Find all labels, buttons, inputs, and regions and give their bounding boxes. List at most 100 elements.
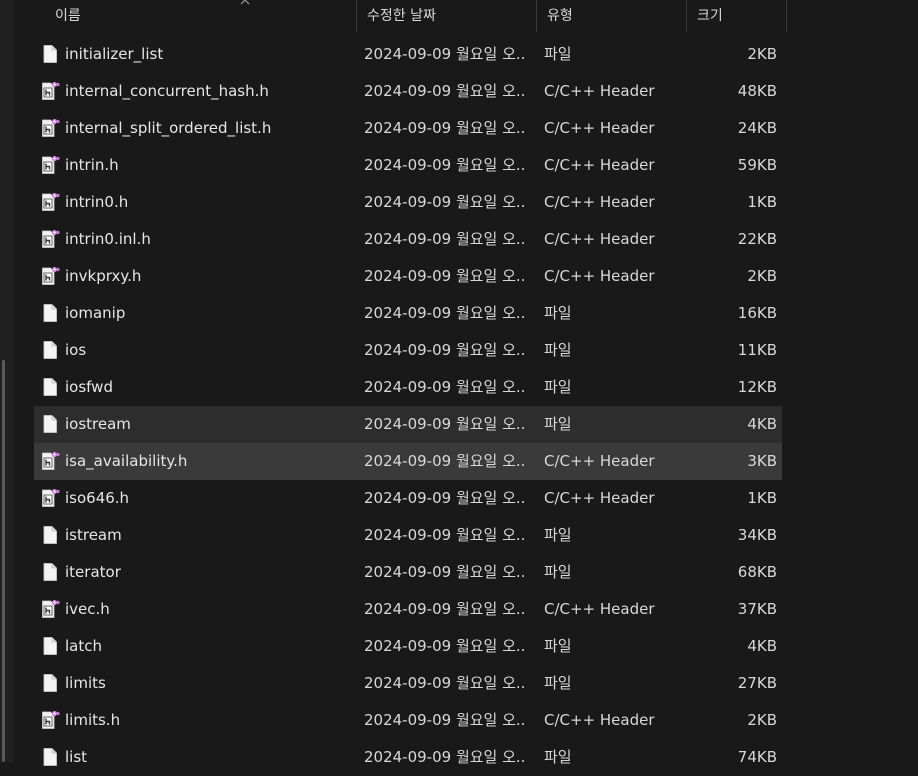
file-row[interactable]: invkprxy.h 2024-09-09 월요일 오... C/C++ Heade… [34,258,782,295]
file-date: 2024-09-09 월요일 오... [364,193,524,211]
file-row[interactable]: limits 2024-09-09 월요일 오... 파일 27KB [34,665,782,702]
file-name: isa_availability.h [65,452,188,470]
file-name: limits [65,674,106,692]
file-date: 2024-09-09 월요일 오... [364,156,524,174]
file-size: 59KB [737,156,777,174]
file-name: iomanip [65,304,126,322]
file-type: C/C++ Header [544,119,655,137]
file-date: 2024-09-09 월요일 오... [364,267,524,285]
file-row[interactable]: intrin0.inl.h 2024-09-09 월요일 오... C/C++ He… [34,221,782,258]
file-date: 2024-09-09 월요일 오... [364,637,524,655]
column-header-size-label: 크기 [697,8,723,24]
file-icon [40,44,60,64]
file-name: istream [65,526,122,544]
file-name: intrin0.inl.h [65,230,151,248]
file-type: 파일 [544,637,572,655]
file-date: 2024-09-09 월요일 오... [364,452,524,470]
header-file-icon [40,710,60,730]
file-type: C/C++ Header [544,82,655,100]
file-type: 파일 [544,748,572,766]
file-name: intrin.h [65,156,119,174]
file-date: 2024-09-09 월요일 오... [364,341,524,359]
header-file-icon [40,488,60,508]
file-row[interactable]: internal_concurrent_hash.h 2024-09-09 월요일… [34,73,782,110]
file-row[interactable]: internal_split_ordered_list.h 2024-09-09 … [34,110,782,147]
column-header-name[interactable]: 이름 [45,0,357,32]
file-row[interactable]: list 2024-09-09 월요일 오... 파일 74KB [34,739,782,776]
file-row[interactable]: initializer_list 2024-09-09 월요일 오... 파일 2KB [34,36,782,73]
file-date: 2024-09-09 월요일 오... [364,711,524,729]
file-size: 4KB [747,637,777,655]
file-icon [40,340,60,360]
file-date: 2024-09-09 월요일 오... [364,489,524,507]
file-row[interactable]: iostream 2024-09-09 월요일 오... 파일 4KB [34,406,782,443]
file-type: 파일 [544,415,572,433]
file-row[interactable]: isa_availability.h 2024-09-09 월요일 오... C/C… [34,443,782,480]
file-type: 파일 [544,563,572,581]
file-row[interactable]: ios 2024-09-09 월요일 오... 파일 11KB [34,332,782,369]
file-name: internal_split_ordered_list.h [65,119,272,137]
file-name: ios [65,341,87,359]
file-name: initializer_list [65,45,164,63]
file-type: C/C++ Header [544,600,655,618]
file-size: 37KB [737,600,777,618]
file-size: 68KB [737,563,777,581]
file-row[interactable]: limits.h 2024-09-09 월요일 오... C/C++ Header 2… [34,702,782,739]
file-icon [40,525,60,545]
file-row[interactable]: iso646.h 2024-09-09 월요일 오... C/C++ Header 1… [34,480,782,517]
file-type: 파일 [544,45,572,63]
file-date: 2024-09-09 월요일 오... [364,748,524,766]
file-icon [40,562,60,582]
file-size: 16KB [737,304,777,322]
file-row[interactable]: iterator 2024-09-09 월요일 오... 파일 68KB [34,554,782,591]
file-icon [40,303,60,323]
column-header-date[interactable]: 수정한 날짜 [357,0,537,32]
file-name: ivec.h [65,600,110,618]
file-row[interactable]: istream 2024-09-09 월요일 오... 파일 34KB [34,517,782,554]
file-size: 48KB [737,82,777,100]
file-row[interactable]: intrin.h 2024-09-09 월요일 오... C/C++ Header 5… [34,147,782,184]
file-size: 4KB [747,415,777,433]
file-date: 2024-09-09 월요일 오... [364,378,524,396]
file-name: iso646.h [65,489,130,507]
file-name: iostream [65,415,131,433]
file-row[interactable]: iosfwd 2024-09-09 월요일 오... 파일 12KB [34,369,782,406]
file-date: 2024-09-09 월요일 오... [364,230,524,248]
column-header-name-label: 이름 [55,8,81,24]
file-row[interactable]: latch 2024-09-09 월요일 오... 파일 4KB [34,628,782,665]
file-name: list [65,748,88,766]
header-file-icon [40,599,60,619]
file-icon [40,377,60,397]
file-size: 27KB [737,674,777,692]
file-row[interactable]: iomanip 2024-09-09 월요일 오... 파일 16KB [34,295,782,332]
file-date: 2024-09-09 월요일 오... [364,563,524,581]
file-size: 22KB [737,230,777,248]
file-name: iterator [65,563,121,581]
file-size: 11KB [737,341,777,359]
header-file-icon [40,81,60,101]
file-type: C/C++ Header [544,230,655,248]
file-type: C/C++ Header [544,711,655,729]
file-name: limits.h [65,711,121,729]
file-icon [40,636,60,656]
file-size: 1KB [747,489,777,507]
file-row[interactable]: ivec.h 2024-09-09 월요일 오... C/C++ Header 37K… [34,591,782,628]
file-type: 파일 [544,378,572,396]
file-size: 1KB [747,193,777,211]
column-header-type[interactable]: 유형 [537,0,687,32]
file-type: C/C++ Header [544,267,655,285]
file-type: C/C++ Header [544,156,655,174]
header-file-icon [40,266,60,286]
file-size: 34KB [737,526,777,544]
file-date: 2024-09-09 월요일 오... [364,600,524,618]
column-header-size[interactable]: 크기 [687,0,787,32]
vertical-scrollbar[interactable] [0,0,14,762]
file-date: 2024-09-09 월요일 오... [364,45,524,63]
file-date: 2024-09-09 월요일 오... [364,304,524,322]
file-row[interactable]: intrin0.h 2024-09-09 월요일 오... C/C++ Header… [34,184,782,221]
sort-ascending-icon [240,0,250,5]
scrollbar-thumb[interactable] [2,360,5,762]
file-size: 12KB [737,378,777,396]
file-name: intrin0.h [65,193,129,211]
file-type: 파일 [544,526,572,544]
